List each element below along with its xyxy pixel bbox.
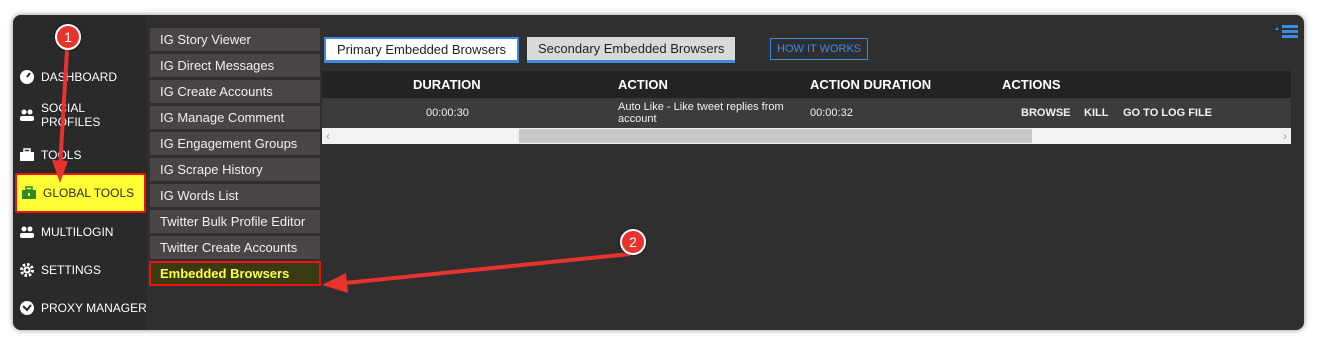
app-window: DASHBOARD SOCIAL PROFILES TOOLS GLOBAL T… bbox=[13, 15, 1304, 330]
submenu-item-twitter-create-accounts[interactable]: Twitter Create Accounts bbox=[150, 236, 320, 259]
tab-primary-embedded-browsers[interactable]: Primary Embedded Browsers bbox=[324, 37, 520, 63]
gauge-icon bbox=[20, 70, 34, 84]
submenu-item-ig-words-list[interactable]: IG Words List bbox=[150, 184, 320, 207]
sidebar-item-label: TOOLS bbox=[41, 148, 82, 162]
browse-link[interactable]: BROWSE bbox=[1021, 98, 1071, 128]
sidebar-item-tools[interactable]: TOOLS bbox=[13, 136, 147, 174]
step-2-badge: 2 bbox=[620, 229, 646, 255]
submenu-item-twitter-bulk-profile-editor[interactable]: Twitter Bulk Profile Editor bbox=[150, 210, 320, 233]
kill-link[interactable]: KILL bbox=[1084, 98, 1108, 128]
sidebar-item-label: GLOBAL TOOLS bbox=[43, 186, 135, 200]
submenu-item-ig-manage-comment[interactable]: IG Manage Comment bbox=[150, 106, 320, 129]
sidebar-item-label: PROXY MANAGER bbox=[41, 301, 147, 315]
sidebar: DASHBOARD SOCIAL PROFILES TOOLS GLOBAL T… bbox=[13, 15, 147, 330]
sidebar-item-social-profiles[interactable]: SOCIAL PROFILES bbox=[13, 96, 147, 134]
sidebar-item-label: DASHBOARD bbox=[41, 70, 118, 84]
step-1-badge: 1 bbox=[55, 24, 81, 50]
how-it-works-button[interactable]: HOW IT WORKS bbox=[770, 38, 869, 60]
submenu-item-ig-create-accounts[interactable]: IG Create Accounts bbox=[150, 80, 320, 103]
submenu-item-ig-scrape-history[interactable]: IG Scrape History bbox=[150, 158, 320, 181]
global-toolbox-icon bbox=[22, 186, 36, 199]
embedded-browsers-table: DURATION ACTION ACTION DURATION ACTIONS … bbox=[322, 71, 1291, 144]
tab-secondary-embedded-browsers[interactable]: Secondary Embedded Browsers bbox=[527, 37, 736, 63]
sidebar-item-proxy-manager[interactable]: PROXY MANAGER bbox=[13, 289, 147, 327]
sidebar-item-label: SOCIAL PROFILES bbox=[41, 101, 101, 129]
go-to-log-file-link[interactable]: GO TO LOG FILE bbox=[1123, 98, 1212, 128]
users-icon bbox=[20, 226, 34, 238]
action-cell: Auto Like - Like tweet replies from acco… bbox=[618, 101, 784, 125]
column-header-action-duration: ACTION DURATION bbox=[810, 77, 932, 92]
sidebar-item-multilogin[interactable]: MULTILOGIN bbox=[13, 213, 147, 251]
horizontal-scrollbar[interactable]: ‹ › bbox=[322, 128, 1291, 144]
column-header-duration: DURATION bbox=[413, 77, 481, 92]
gear-icon bbox=[20, 263, 34, 277]
sidebar-item-global-tools[interactable]: GLOBAL TOOLS bbox=[15, 173, 146, 213]
toolbox-icon bbox=[20, 148, 34, 161]
submenu-item-embedded-browsers[interactable]: Embedded Browsers bbox=[149, 261, 321, 286]
scrollbar-thumb[interactable] bbox=[519, 129, 1032, 143]
table-header: DURATION ACTION ACTION DURATION ACTIONS bbox=[322, 71, 1291, 98]
sidebar-item-settings[interactable]: SETTINGS bbox=[13, 251, 147, 289]
table-row: 00:00:30 Auto Like - Like tweet replies … bbox=[322, 98, 1291, 128]
list-menu-icon[interactable] bbox=[1274, 25, 1298, 44]
column-header-action: ACTION bbox=[618, 77, 668, 92]
users-icon bbox=[20, 109, 34, 121]
submenu-item-ig-engagement-groups[interactable]: IG Engagement Groups bbox=[150, 132, 320, 155]
global-tools-submenu: IG Story Viewer IG Direct Messages IG Cr… bbox=[149, 28, 321, 288]
action-duration-cell: 00:00:32 bbox=[810, 107, 853, 119]
column-header-actions: ACTIONS bbox=[1002, 77, 1061, 92]
sidebar-item-label: MULTILOGIN bbox=[41, 225, 114, 239]
sidebar-item-dashboard[interactable]: DASHBOARD bbox=[13, 58, 147, 96]
main-content: Primary Embedded Browsers Secondary Embe… bbox=[322, 15, 1304, 330]
duration-cell: 00:00:30 bbox=[426, 107, 469, 119]
submenu-item-ig-direct-messages[interactable]: IG Direct Messages bbox=[150, 54, 320, 77]
proxy-icon bbox=[20, 301, 34, 315]
scroll-right-icon[interactable]: › bbox=[1283, 128, 1287, 144]
scroll-left-icon[interactable]: ‹ bbox=[326, 128, 330, 144]
sidebar-item-label: SETTINGS bbox=[41, 263, 102, 277]
submenu-item-ig-story-viewer[interactable]: IG Story Viewer bbox=[150, 28, 320, 51]
